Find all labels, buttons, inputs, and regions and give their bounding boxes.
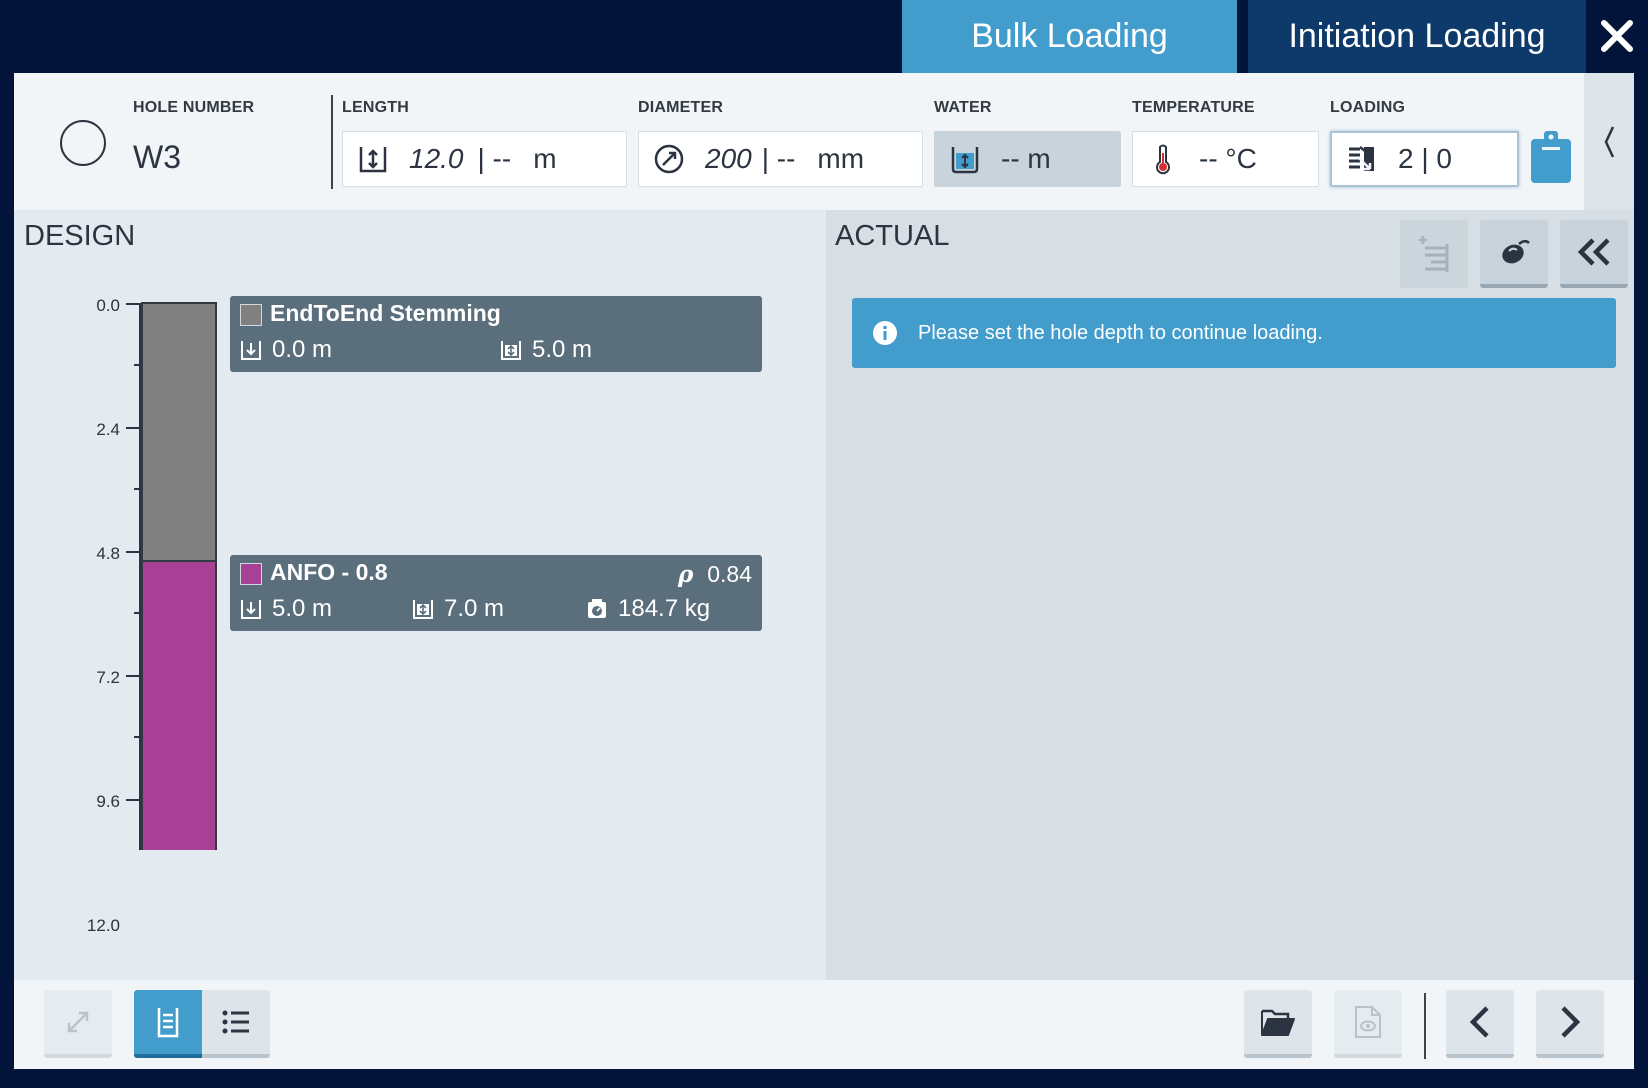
water-label: WATER [934, 99, 992, 116]
column-view-icon [157, 1008, 179, 1038]
layer-mass-value: 184.7 kg [618, 595, 711, 622]
expand-button[interactable] [44, 990, 112, 1058]
layer-card-stemming[interactable]: EndToEnd Stemming 0.0 m 5.0 m [230, 296, 762, 372]
diameter-icon [654, 144, 684, 174]
double-chevron-left-icon [1577, 238, 1610, 266]
diameter-label: DIAMETER [638, 99, 724, 116]
tab-initiation-loading[interactable]: Initiation Loading [1248, 0, 1586, 73]
hole-column-diagram [126, 302, 217, 850]
tab-bulk-loading[interactable]: Bulk Loading [902, 0, 1237, 73]
length-field[interactable]: 12.0 | -- m [342, 131, 627, 187]
footer-divider [1424, 993, 1426, 1059]
loading-label: LOADING [1330, 99, 1406, 116]
layer-mass-stat: 184.7 kg [586, 595, 710, 623]
hole-status-icon [60, 120, 106, 166]
actual-title: ACTUAL [835, 220, 950, 252]
stemming-segment [141, 302, 217, 562]
temperature-label: TEMPERATURE [1132, 99, 1255, 116]
anfo-segment [141, 560, 217, 850]
previous-button[interactable] [1446, 990, 1514, 1058]
length-label: LENGTH [342, 99, 409, 116]
scale-tick-label: 9.6 [96, 792, 120, 811]
primer-icon [1502, 240, 1530, 264]
layer-length-stat: 5.0 m [500, 336, 592, 364]
info-icon [873, 321, 897, 345]
weight-scale-icon [588, 599, 606, 618]
primer-button[interactable] [1480, 220, 1548, 288]
layer-color-swatch [240, 563, 262, 585]
layer-density-value: 0.84 [707, 561, 752, 587]
actual-section: ACTUAL Please set the hole depth to cont… [826, 210, 1634, 980]
expand-icon [67, 1011, 89, 1033]
depth-top-icon [241, 600, 261, 619]
layer-top-stat: 5.0 m [240, 595, 332, 623]
temperature-field[interactable]: -- °C [1132, 131, 1319, 187]
chevron-left-icon [1469, 1006, 1489, 1038]
layer-top-value: 5.0 m [272, 595, 333, 622]
chevron-left-icon [1604, 125, 1615, 158]
info-message: Please set the hole depth to continue lo… [918, 321, 1323, 344]
diameter-unit: mm [817, 143, 865, 174]
close-button[interactable] [1592, 10, 1642, 62]
loading-field[interactable]: 2 | 0 [1330, 131, 1519, 187]
scale-tick-label: 0.0 [96, 296, 120, 315]
water-field[interactable]: -- m [934, 131, 1121, 187]
diameter-actual-value: | -- [761, 143, 796, 174]
length-actual-value: | -- [477, 143, 512, 174]
hole-number-label: HOLE NUMBER [133, 99, 255, 116]
temperature-value: -- °C [1199, 143, 1257, 174]
design-section: DESIGN 0.0 2.4 4.8 7.2 9.6 12.0 EndToEnd… [14, 210, 826, 980]
header-divider [331, 95, 333, 189]
list-icon [222, 1010, 249, 1034]
loading-decks-icon [1349, 146, 1374, 171]
scale-tick-label: 4.8 [96, 544, 120, 563]
depth-top-icon [241, 341, 261, 360]
diameter-field[interactable]: 200 | -- mm [638, 131, 923, 187]
column-view-button[interactable] [134, 990, 202, 1058]
side-panel-toggle[interactable] [1584, 73, 1634, 210]
chevron-right-icon [1561, 1006, 1581, 1038]
open-folder-button[interactable] [1244, 990, 1312, 1058]
info-banner: Please set the hole depth to continue lo… [852, 298, 1616, 368]
density-icon: ρ [677, 561, 694, 588]
list-view-button[interactable] [202, 990, 270, 1058]
hole-number-value: W3 [133, 139, 181, 175]
close-icon [1601, 20, 1633, 52]
layer-top-value: 0.0 m [272, 336, 333, 363]
layer-name: EndToEnd Stemming [270, 300, 501, 326]
footer-toolbar [14, 980, 1634, 1069]
copy-design-button[interactable] [1560, 220, 1628, 288]
hole-header: HOLE NUMBER W3 LENGTH 12.0 | -- m DIAMET… [14, 73, 1584, 210]
loading-value: 2 | 0 [1398, 143, 1452, 174]
layer-color-swatch [240, 304, 262, 326]
deck-length-icon [501, 341, 521, 360]
scale-tick-label: 2.4 [96, 420, 120, 439]
layer-length-value: 7.0 m [444, 595, 505, 622]
add-deck-button[interactable] [1400, 220, 1468, 288]
hole-length-icon [359, 147, 387, 173]
scale-tick-label: 7.2 [96, 668, 120, 687]
length-design-value: 12.0 [409, 143, 464, 174]
view-document-button[interactable] [1334, 990, 1402, 1058]
diameter-design-value: 200 [705, 143, 752, 174]
clipboard-button[interactable] [1530, 129, 1572, 185]
add-deck-icon [1419, 236, 1449, 272]
water-level-icon [951, 147, 979, 174]
thermometer-icon [1156, 144, 1170, 175]
main-panel: HOLE NUMBER W3 LENGTH 12.0 | -- m DIAMET… [14, 73, 1634, 1069]
axis-ticks [126, 303, 140, 801]
length-unit: m [533, 143, 557, 174]
layer-top-stat: 0.0 m [240, 336, 332, 364]
layer-card-anfo[interactable]: ANFO - 0.8 ρ 0.84 5.0 m 7.0 m 184.7 kg [230, 555, 762, 631]
deck-length-icon [413, 600, 433, 619]
layer-name: ANFO - 0.8 [270, 559, 388, 585]
layer-length-stat: 7.0 m [412, 595, 504, 623]
scale-tick-label: 12.0 [86, 916, 120, 935]
layer-length-value: 5.0 m [532, 336, 593, 363]
folder-open-icon [1261, 1009, 1295, 1036]
document-view-icon [1355, 1006, 1381, 1038]
next-button[interactable] [1536, 990, 1604, 1058]
layer-density: ρ 0.84 [678, 561, 752, 588]
water-value: -- m [1001, 143, 1051, 174]
